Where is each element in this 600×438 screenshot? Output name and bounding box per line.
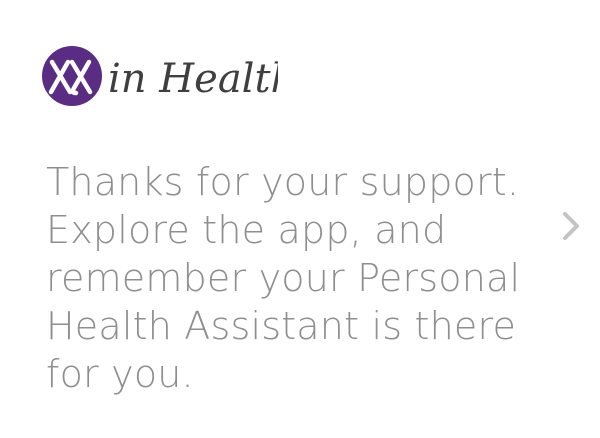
- message-line: Thanks for your support.: [46, 160, 520, 204]
- thank-you-message: Thanks for your support. Explore the app…: [46, 158, 536, 398]
- onboarding-card: in Health Thanks for your support. Explo…: [0, 0, 600, 438]
- chevron-right-icon[interactable]: [560, 210, 582, 242]
- message-line: remember your Personal: [46, 256, 521, 300]
- svg-text:in Health: in Health: [108, 56, 278, 102]
- app-logo: in Health: [38, 38, 296, 114]
- message-line: Explore the app, and: [46, 208, 447, 252]
- message-line: Health Assistant is there: [46, 304, 517, 348]
- message-line: for you.: [46, 352, 194, 396]
